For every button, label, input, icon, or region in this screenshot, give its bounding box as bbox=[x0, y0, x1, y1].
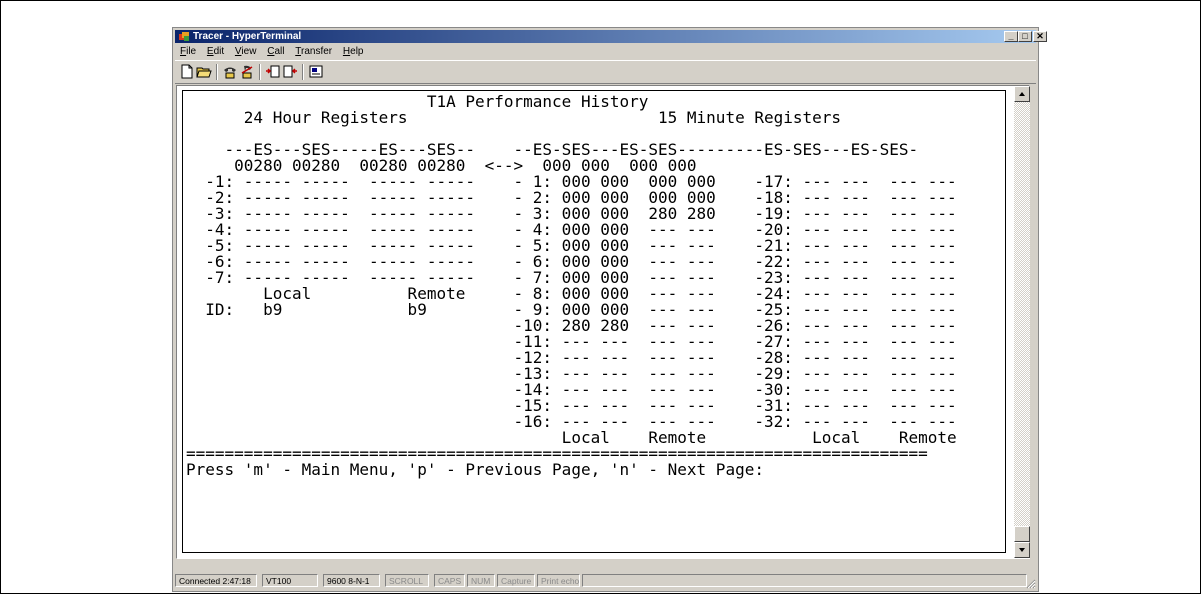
resize-grip-icon[interactable] bbox=[1024, 577, 1036, 589]
properties-icon[interactable] bbox=[308, 64, 324, 79]
menu-edit[interactable]: Edit bbox=[204, 45, 229, 59]
vertical-scrollbar[interactable] bbox=[1014, 86, 1030, 558]
terminal-area[interactable]: T1A Performance History 24 Hour Register… bbox=[176, 85, 1030, 559]
menu-view-label: iew bbox=[241, 46, 257, 57]
open-folder-icon[interactable] bbox=[196, 64, 212, 79]
toolbar-separator bbox=[259, 64, 261, 80]
toolbar-separator bbox=[216, 64, 218, 80]
status-print-echo: Print echo bbox=[537, 574, 580, 587]
terminal-screen[interactable]: T1A Performance History 24 Hour Register… bbox=[182, 90, 1006, 553]
connect-phone-icon[interactable] bbox=[222, 64, 238, 79]
terminal-line: Press 'm' - Main Menu, 'p' - Previous Pa… bbox=[186, 460, 764, 479]
down-arrow-icon bbox=[1019, 548, 1025, 552]
menu-transfer-label: ransfer bbox=[301, 46, 333, 57]
window-title: Tracer - HyperTerminal bbox=[193, 31, 302, 42]
receive-file-icon[interactable] bbox=[282, 64, 298, 79]
send-file-icon[interactable] bbox=[265, 64, 281, 79]
status-capture: Capture bbox=[497, 574, 535, 587]
menu-file[interactable]: File bbox=[177, 45, 201, 59]
menu-file-label: ile bbox=[186, 46, 197, 57]
menu-help-label: elp bbox=[350, 46, 364, 57]
hyperterminal-icon bbox=[179, 32, 189, 41]
toolbar-separator bbox=[302, 64, 304, 80]
status-num: NUM bbox=[467, 574, 495, 587]
status-bar: Connected 2:47:18 VT100 9600 8-N-1 SCROL… bbox=[175, 572, 1036, 589]
terminal-line: 24 Hour Registers 15 Minute Registers bbox=[186, 108, 842, 127]
new-document-icon[interactable] bbox=[179, 64, 195, 79]
status-scroll: SCROLL bbox=[385, 574, 429, 587]
title-bar[interactable]: Tracer - HyperTerminal _ □ ✕ bbox=[175, 30, 1047, 43]
terminal-output: T1A Performance History 24 Hour Register… bbox=[186, 94, 957, 478]
menu-bar: File Edit View Call Transfer Help bbox=[177, 45, 369, 59]
maximize-button[interactable]: □ bbox=[1018, 31, 1032, 42]
scrollbar-track[interactable] bbox=[1014, 102, 1030, 526]
menu-help[interactable]: Help bbox=[340, 45, 369, 59]
hyperterminal-window: Tracer - HyperTerminal _ □ ✕ File Edit V… bbox=[172, 27, 1047, 592]
toolbar bbox=[175, 60, 1036, 84]
scroll-up-button[interactable] bbox=[1014, 86, 1030, 102]
up-arrow-icon bbox=[1019, 92, 1025, 96]
menu-call-label: all bbox=[274, 46, 285, 57]
close-button[interactable]: ✕ bbox=[1033, 31, 1047, 42]
status-emulation: VT100 bbox=[262, 574, 318, 587]
minimize-button[interactable]: _ bbox=[1004, 31, 1018, 42]
status-empty-panel bbox=[582, 574, 1027, 587]
status-caps: CAPS bbox=[434, 574, 465, 587]
menu-edit-mnemonic: E bbox=[206, 46, 214, 57]
status-connected: Connected 2:47:18 bbox=[175, 574, 257, 587]
menu-edit-label: dit bbox=[213, 46, 225, 57]
menu-call[interactable]: Call bbox=[264, 45, 289, 59]
status-port-settings: 9600 8-N-1 bbox=[323, 574, 380, 587]
scroll-down-button[interactable] bbox=[1014, 542, 1030, 558]
menu-transfer[interactable]: Transfer bbox=[292, 45, 337, 59]
scroll-thumb[interactable] bbox=[1014, 526, 1030, 542]
menu-view[interactable]: View bbox=[232, 45, 262, 59]
disconnect-phone-icon[interactable] bbox=[239, 64, 255, 79]
